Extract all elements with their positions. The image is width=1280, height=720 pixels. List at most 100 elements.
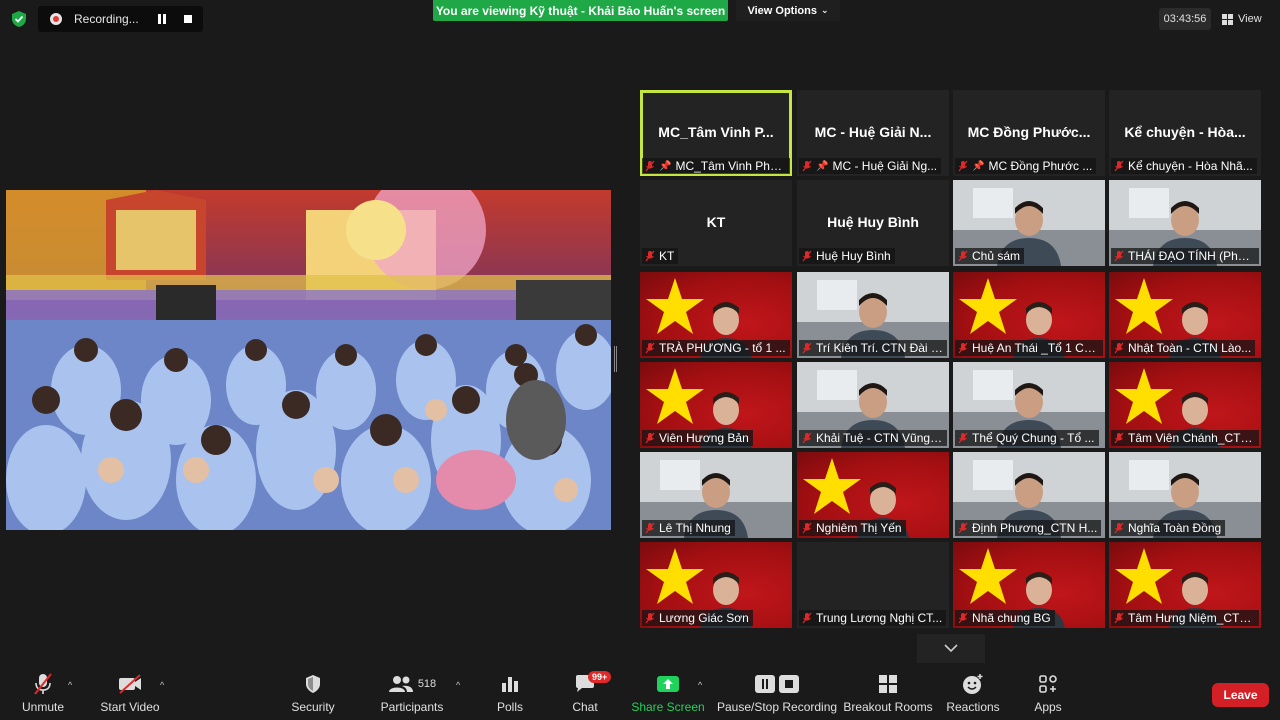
participant-tile[interactable]: TRÀ PHƯƠNG - tổ 1 ... [640,272,792,358]
mic-muted-icon [1114,160,1124,172]
leave-button[interactable]: Leave [1212,683,1269,707]
viewing-screen-banner: You are viewing Kỹ thuật - Khải Bảo Huấn… [433,0,728,21]
participant-name-label: THÁI ĐẠO TÍNH (Phật... [1111,248,1259,264]
participant-name: KT [659,249,675,263]
video-off-icon [119,674,141,694]
participant-tile[interactable]: Nghiêm Thị Yến [797,452,949,538]
participant-name: MC_Tâm Vinh Pho... [675,159,786,173]
share-screen-label: Share Screen [631,700,705,714]
participant-tile[interactable]: MC - Huệ Giải N... 📌 MC - Huệ Giải Ng... [797,90,949,176]
participant-tile[interactable]: Định Phương_CTN H... [953,452,1105,538]
view-button[interactable]: View [1222,8,1262,30]
participant-name-label: Kể chuyện - Hòa Nhã... [1111,158,1257,174]
unmute-button[interactable]: Unmute [18,664,68,720]
participant-tile[interactable]: Nhã chung BG [953,542,1105,628]
breakout-rooms-label: Breakout Rooms [843,700,933,714]
participant-tile[interactable]: Khải Tuệ - CTN Vũng ... [797,362,949,448]
participant-name-label: Lương Giác Sơn [642,610,753,626]
pause-stop-recording-button[interactable]: Pause/Stop Recording [716,664,838,720]
participants-button[interactable]: 518 Participants [380,664,444,720]
participant-display-name: Huệ Huy Bình [827,214,919,230]
stop-recording-icon[interactable] [184,15,192,23]
participant-tile[interactable]: Kể chuyện - Hòa... Kể chuyện - Hòa Nhã... [1109,90,1261,176]
participant-tile[interactable]: Viên Hương Bản [640,362,792,448]
mic-muted-icon [645,250,655,262]
participant-name-label: Lê Thị Nhung [642,520,735,536]
mic-muted-icon [802,160,812,172]
mic-muted-icon [802,342,812,354]
participant-name-label: 📌 MC Đồng Phước ... [955,158,1097,174]
participant-tile[interactable]: Tâm Hưng Niệm_CTN... [1109,542,1261,628]
participant-display-name: MC - Huệ Giải N... [814,124,932,140]
audio-options-caret-icon[interactable]: ^ [68,680,72,690]
share-options-caret-icon[interactable]: ^ [698,680,702,690]
shared-screen-video[interactable] [6,190,611,530]
reactions-label: Reactions [946,700,1000,714]
participant-tile[interactable]: Nghĩa Toàn Đồng [1109,452,1261,538]
pause-recording-icon[interactable] [158,14,166,24]
more-participants-button[interactable] [917,634,985,663]
participant-name: Định Phương_CTN H... [972,521,1098,535]
recording-label: Recording... [74,12,139,26]
participant-name: Nghĩa Toàn Đồng [1128,521,1222,535]
security-label: Security [291,700,335,714]
participant-name-label: Trung Lương Nghị CT... [799,610,947,626]
pin-icon: 📌 [659,160,672,172]
share-screen-icon [657,676,679,692]
view-options-button[interactable]: View Options ⌄ [736,0,840,21]
polls-icon [502,677,518,692]
participant-tile[interactable]: MC_Tâm Vinh P... 📌 MC_Tâm Vinh Pho... [640,90,792,176]
reactions-button[interactable]: Reactions [946,664,1000,720]
participant-name-label: Tâm Viên Chánh_CTN... [1111,430,1259,446]
participant-name: Tâm Hưng Niệm_CTN... [1128,611,1255,625]
participant-tile[interactable]: Trí Kiên Trí. CTN Đài L... [797,272,949,358]
mic-muted-icon [1114,432,1124,444]
polls-button[interactable]: Polls [490,664,530,720]
participant-name: MC - Huệ Giải Ng... [832,159,938,173]
breakout-rooms-icon [879,675,897,693]
view-label: View [1238,13,1262,25]
participant-display-name: MC_Tâm Vinh P... [658,124,774,140]
splitter-handle[interactable] [614,346,617,372]
participant-name: THÁI ĐẠO TÍNH (Phật... [1128,249,1255,263]
participant-name: Huệ An Thái _Tổ 1 CT... [972,341,1099,355]
participant-name: Lương Giác Sơn [659,611,749,625]
chat-unread-badge: 99+ [588,671,612,683]
start-video-button[interactable]: Start Video [100,664,160,720]
polls-label: Polls [496,700,523,714]
encryption-shield-icon[interactable] [10,10,28,28]
apps-button[interactable]: Apps [1030,664,1066,720]
grid-icon [1222,13,1233,25]
security-button[interactable]: Security [288,664,338,720]
participant-tile[interactable]: Tâm Viên Chánh_CTN... [1109,362,1261,448]
recording-indicator: Recording... [38,6,203,32]
participant-name: Trí Kiên Trí. CTN Đài L... [816,341,943,355]
pause-stop-label: Pause/Stop Recording [716,700,838,714]
participant-tile[interactable]: THÁI ĐẠO TÍNH (Phật... [1109,180,1261,266]
participant-tile[interactable]: KT KT [640,180,792,266]
participant-name-label: TRÀ PHƯƠNG - tổ 1 ... [642,340,790,356]
mic-muted-icon [802,522,812,534]
participants-caret-icon[interactable]: ^ [456,680,460,690]
participant-tile[interactable]: Chủ sám [953,180,1105,266]
chat-label: Chat [572,700,598,714]
participant-name-label: Nhật Toàn - CTN Lào... [1111,340,1256,356]
participant-tile[interactable]: Lương Giác Sơn [640,542,792,628]
view-options-label: View Options [747,4,817,17]
participant-tile[interactable]: Huệ An Thái _Tổ 1 CT... [953,272,1105,358]
participant-tile[interactable]: Trung Lương Nghị CT... [797,542,949,628]
mic-muted-icon [645,612,655,624]
video-options-caret-icon[interactable]: ^ [160,680,164,690]
participant-name-label: Nghĩa Toàn Đồng [1111,520,1226,536]
participant-tile[interactable]: Thể Quý Chung - Tổ ... [953,362,1105,448]
share-screen-button[interactable]: Share Screen [631,664,705,720]
participant-tile[interactable]: MC Đồng Phước... 📌 MC Đồng Phước ... [953,90,1105,176]
participant-tile[interactable]: Nhật Toàn - CTN Lào... [1109,272,1261,358]
participant-tile[interactable]: Huệ Huy Bình Huệ Huy Bình [797,180,949,266]
participant-display-name: KT [706,214,726,230]
participant-name: Viên Hương Bản [659,431,749,445]
participant-tile[interactable]: Lê Thị Nhung [640,452,792,538]
apps-icon [1039,675,1057,693]
participants-icon [388,676,413,692]
breakout-rooms-button[interactable]: Breakout Rooms [843,664,933,720]
